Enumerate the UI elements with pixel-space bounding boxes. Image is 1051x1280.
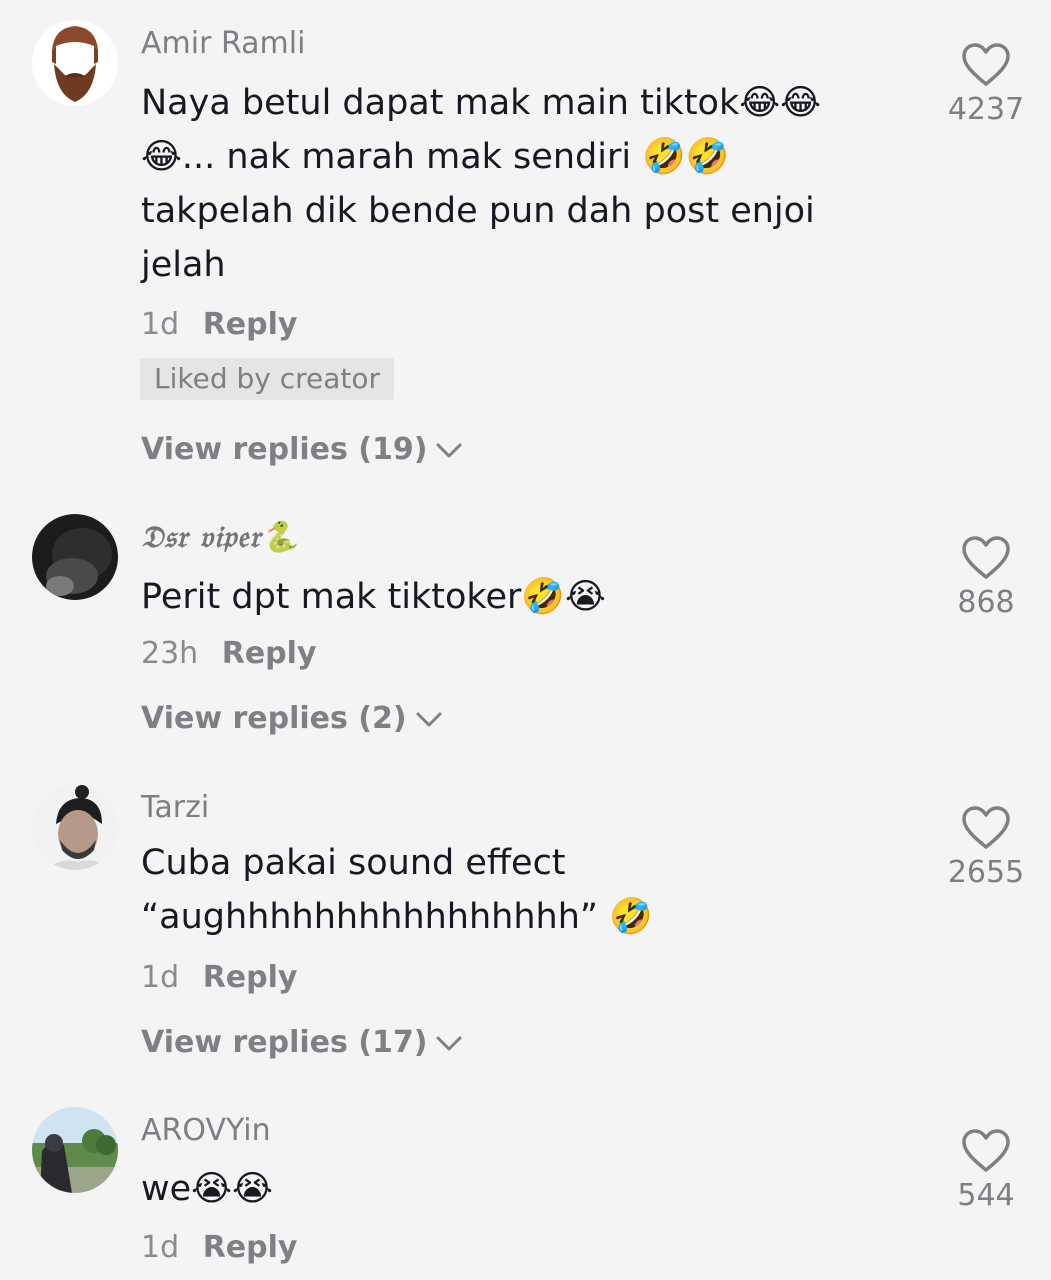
like-count: 2655 — [947, 855, 1025, 890]
bearded-man-avatar-icon — [32, 20, 118, 106]
dark-photo-avatar-icon — [32, 514, 118, 600]
like-control: 544 — [930, 1128, 1042, 1213]
comment-text-content: Perit dpt mak tiktoker🤣😭 — [141, 577, 606, 617]
reply-button[interactable]: Reply — [203, 1230, 298, 1265]
like-control: 4237 — [930, 42, 1042, 127]
comment-meta: 1d Reply — [141, 307, 297, 342]
comment-time: 1d — [141, 960, 180, 995]
comment-text: Cuba pakai sound effect “aughhhhhhhhhhhh… — [141, 836, 841, 944]
reply-button[interactable]: Reply — [222, 636, 317, 671]
avatar[interactable] — [32, 514, 118, 600]
avatar[interactable] — [32, 1107, 118, 1193]
comment-meta: 1d Reply — [141, 960, 297, 995]
like-count: 544 — [957, 1178, 1015, 1213]
view-replies-label: View replies (17) — [141, 1025, 428, 1060]
comment-time: 1d — [141, 1230, 180, 1265]
view-replies-label: View replies (19) — [141, 432, 428, 467]
comment-text-content: we😭😭 — [141, 1169, 273, 1209]
comment-meta: 23h Reply — [141, 636, 317, 671]
reply-button[interactable]: Reply — [203, 307, 298, 342]
liked-by-creator-badge: Liked by creator — [140, 358, 395, 400]
avatar[interactable] — [32, 20, 118, 106]
reply-button[interactable]: Reply — [203, 960, 298, 995]
like-control: 2655 — [930, 805, 1042, 890]
heart-outline-icon[interactable] — [961, 535, 1011, 581]
chevron-down-icon — [415, 702, 443, 737]
comment-time: 23h — [141, 636, 199, 671]
comment-meta: 1d Reply — [141, 1230, 297, 1265]
man-bun-avatar-icon — [32, 784, 118, 870]
comment-text: we😭😭 — [141, 1162, 841, 1216]
like-count: 868 — [957, 585, 1015, 620]
view-replies-button[interactable]: View replies (2) — [141, 701, 443, 737]
view-replies-button[interactable]: View replies (19) — [141, 432, 463, 468]
view-replies-label: View replies (2) — [141, 701, 407, 736]
heart-outline-icon[interactable] — [961, 42, 1011, 88]
heart-outline-icon[interactable] — [961, 805, 1011, 851]
comment-username[interactable]: AROVYin — [141, 1113, 271, 1148]
comment-text: Naya betul dapat mak main tiktok😂😂😂... n… — [141, 76, 841, 292]
comment-text: Perit dpt mak tiktoker🤣😭 — [141, 570, 841, 624]
chevron-down-icon — [435, 1026, 463, 1061]
comment-username[interactable]: 𝔇𝔰𝔯 𝔳𝔦𝔭𝔢𝔯🐍 — [141, 520, 299, 555]
like-count: 4237 — [947, 92, 1025, 127]
comment-username[interactable]: Amir Ramli — [141, 26, 305, 61]
chevron-down-icon — [435, 433, 463, 468]
comment-username[interactable]: Tarzi — [141, 790, 209, 825]
like-control: 868 — [930, 535, 1042, 620]
comment-text-content: Naya betul dapat mak main tiktok😂😂😂... n… — [141, 83, 822, 285]
view-replies-button[interactable]: View replies (17) — [141, 1025, 463, 1061]
comment-time: 1d — [141, 307, 180, 342]
avatar[interactable] — [32, 784, 118, 870]
comment-text-content: Cuba pakai sound effect “aughhhhhhhhhhhh… — [141, 843, 653, 937]
heart-outline-icon[interactable] — [961, 1128, 1011, 1174]
landscape-photo-avatar-icon — [32, 1107, 118, 1193]
